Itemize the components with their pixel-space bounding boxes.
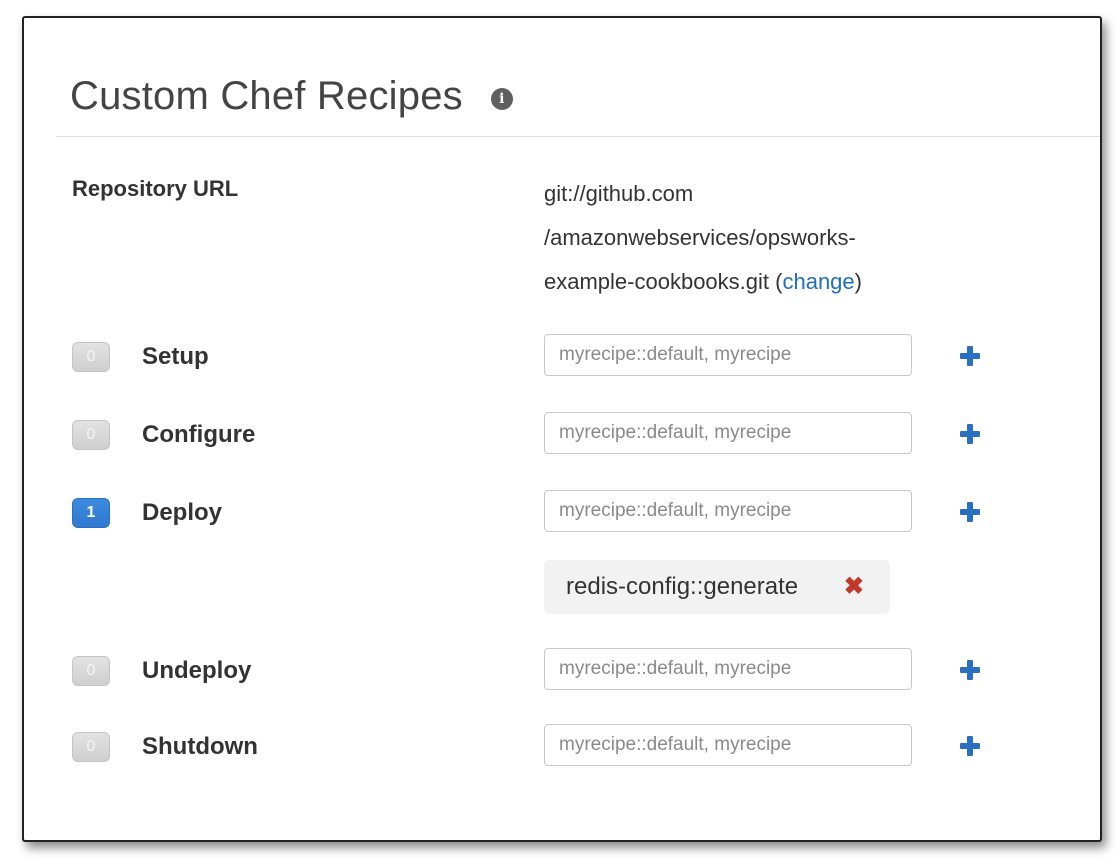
repository-url-label: Repository URL	[72, 176, 239, 201]
panel-header: Custom Chef Recipes i	[70, 74, 513, 119]
recipe-count-badge: 0	[72, 656, 110, 686]
recipe-name: redis-config::generate	[566, 573, 799, 600]
add-deploy-recipe-plus-icon[interactable]	[960, 502, 980, 522]
repository-url-line: git://github.com	[544, 181, 694, 206]
close-x-icon[interactable]: ✖	[844, 575, 864, 599]
change-paren-close: )	[854, 269, 862, 294]
undeploy-recipe-input[interactable]	[544, 648, 912, 690]
event-row-setup: 0 Setup	[72, 334, 980, 378]
add-configure-recipe-plus-icon[interactable]	[960, 424, 980, 444]
event-row-deploy: 1 Deploy	[72, 490, 980, 534]
setup-recipe-input[interactable]	[544, 334, 912, 376]
recipe-count-badge: 1	[72, 498, 110, 528]
custom-chef-recipes-panel: Custom Chef Recipes i Repository URL git…	[22, 16, 1102, 842]
repository-url-value: git://github.com /amazonwebservices/opsw…	[544, 172, 984, 304]
event-row-shutdown: 0 Shutdown	[72, 724, 980, 768]
event-row-configure: 0 Configure	[72, 412, 980, 456]
event-label-shutdown: Shutdown	[142, 733, 258, 760]
configure-recipe-input[interactable]	[544, 412, 912, 454]
repository-url-line: /amazonwebservices/opsworks-	[544, 225, 856, 250]
repository-url-line-last: example-cookbooks.git (change)	[544, 260, 984, 304]
event-label-configure: Configure	[142, 421, 256, 448]
recipe-count-badge: 0	[72, 342, 110, 372]
change-link[interactable]: change	[782, 269, 854, 294]
event-label-undeploy: Undeploy	[142, 657, 252, 684]
add-setup-recipe-plus-icon[interactable]	[960, 346, 980, 366]
event-row-undeploy: 0 Undeploy	[72, 648, 980, 692]
header-divider	[56, 136, 1100, 137]
shutdown-recipe-input[interactable]	[544, 724, 912, 766]
deploy-recipe-input[interactable]	[544, 490, 912, 532]
recipe-count-badge: 0	[72, 420, 110, 450]
recipe-count-badge: 0	[72, 732, 110, 762]
deploy-recipe-chip: redis-config::generate ✖	[544, 560, 890, 614]
panel-title: Custom Chef Recipes	[70, 74, 463, 118]
repository-url-line: example-cookbooks.git	[544, 269, 770, 294]
event-label-deploy: Deploy	[142, 499, 223, 526]
info-icon[interactable]: i	[490, 87, 513, 110]
event-label-setup: Setup	[142, 343, 209, 370]
add-undeploy-recipe-plus-icon[interactable]	[960, 660, 980, 680]
add-shutdown-recipe-plus-icon[interactable]	[960, 736, 980, 756]
